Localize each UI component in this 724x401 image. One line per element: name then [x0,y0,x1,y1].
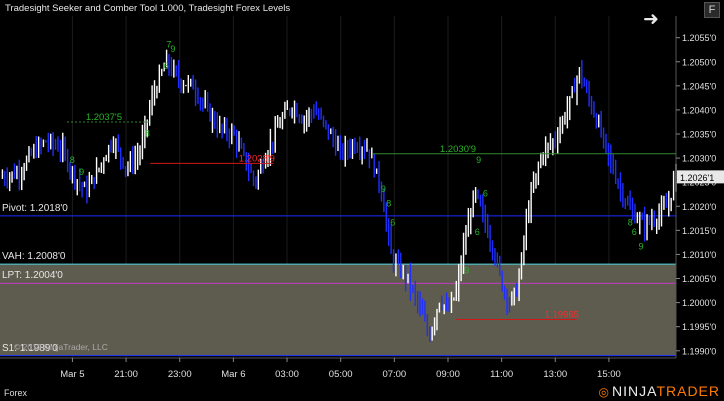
y-tick-label: 1.1990'0 [682,346,716,356]
copyright-text: © 2012 NinjaTrader, LLC [14,342,108,352]
seeker-count-label: 8 [628,218,633,228]
x-tick-label: 09:00 [436,369,460,380]
chart-window[interactable]: 1.2037'5 1.2028'9 1.2030'9 1.19965 7 9 6 8 9 8 9 8 6… [0,0,724,401]
panel-toggle-button[interactable]: F [704,2,720,18]
brand-prefix: NINJA [612,383,657,399]
pivot-level-label: Pivot: 1.2018'0 [2,202,68,214]
seeker-count-label: 9 [381,184,386,194]
x-tick-label: 21:00 [114,369,138,380]
ninja-logo-icon: ◎ [598,385,611,399]
x-tick-label: 05:00 [329,369,353,380]
seeker-count-label: 9 [464,266,469,276]
y-tick-label: 1.2015'0 [682,226,716,236]
seeker-count-label: 6 [483,189,488,199]
x-tick-label: Mar 6 [221,369,245,380]
y-tick-label: 1.2005'0 [682,274,716,284]
x-tick-label: 07:00 [382,369,406,380]
ninjatrader-logo: ◎ NINJATRADER [599,383,720,399]
x-tick-label: 15:00 [597,369,621,380]
y-tick-label: 1.2035'0 [682,130,716,140]
x-tick-label: 23:00 [168,369,192,380]
annotation-label: 1.19965 [545,309,579,320]
seeker-count-label: 9 [170,44,175,54]
seeker-count-label: 6 [632,227,637,237]
y-tick-label: 1.2010'0 [682,250,716,260]
y-tick-label: 1.1995'0 [682,322,716,332]
arrow-right-icon[interactable]: ➜ [640,10,662,32]
seeker-count-label: 9 [476,155,481,165]
annotation-label: 1.2028'9 [239,153,275,164]
y-tick-label: 1.2045'0 [682,81,716,91]
x-tick-label: Mar 5 [60,369,84,380]
seeker-count-label: 8 [386,198,391,208]
x-tick-label: 03:00 [275,369,299,380]
instrument-tab[interactable]: Forex [4,388,27,398]
seeker-count-label: 8 [70,155,75,165]
vah-level-label: VAH: 1.2008'0 [2,251,66,263]
seeker-count-label: 9 [79,167,84,177]
annotation-label: 1.2037'5 [86,112,122,123]
price-chart[interactable]: 1.2037'51.2028'91.2030'91.199657 96898986… [0,0,724,401]
y-tick-label: 1.2030'0 [682,154,716,164]
brand-suffix: TRADER [656,383,720,399]
x-tick-label: 11:00 [490,369,513,380]
y-tick-label: 1.2040'0 [682,105,716,115]
seeker-count-label: 8 [145,128,150,138]
y-tick-label: 1.2050'0 [682,57,716,67]
chart-title: Tradesight Seeker and Comber Tool 1.000,… [5,3,291,14]
y-tick-label: 1.2020'0 [682,202,716,212]
seeker-count-label: 6 [475,227,480,237]
last-price-label: 1.2026'1 [680,173,714,183]
x-tick-label: 13:00 [543,369,567,380]
y-tick-label: 1.2055'0 [682,33,716,43]
lpt-level-label: LPT: 1.2004'0 [2,270,63,282]
seeker-count-label: 9 [638,242,643,252]
annotation-label: 1.2030'9 [440,144,476,155]
seeker-count-label: 6 [390,218,395,228]
seeker-count-label: 6 [164,61,169,71]
y-tick-label: 1.2000'0 [682,298,716,308]
